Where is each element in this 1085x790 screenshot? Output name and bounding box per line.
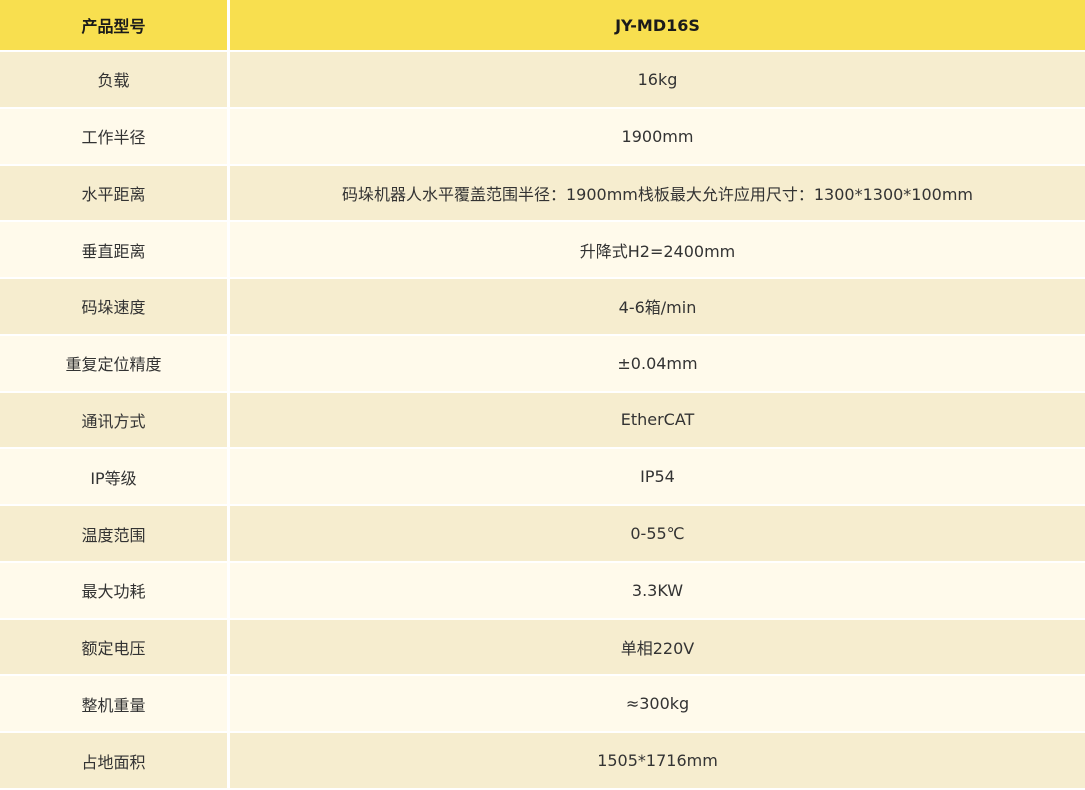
- row-value: IP54: [230, 449, 1085, 507]
- table-row: 水平距离 码垛机器人水平覆盖范围半径：1900mm栈板最大允许应用尺寸：1300…: [0, 165, 1085, 223]
- row-value: 3.3KW: [230, 562, 1085, 620]
- row-label: 重复定位精度: [0, 335, 230, 393]
- row-value: 1900mm: [230, 108, 1085, 166]
- table-row: 码垛速度 4-6箱/min: [0, 279, 1085, 336]
- header-value: JY-MD16S: [230, 0, 1085, 52]
- row-value: 16kg: [230, 52, 1085, 109]
- row-value: EtherCAT: [230, 392, 1085, 450]
- row-label: 整机重量: [0, 676, 230, 734]
- table-row: 负载 16kg: [0, 52, 1085, 109]
- table-row: 占地面积 1505*1716mm: [0, 733, 1085, 790]
- table-header: 产品型号 JY-MD16S: [0, 0, 1085, 52]
- header-row: 产品型号 JY-MD16S: [0, 0, 1085, 52]
- row-label: 码垛速度: [0, 279, 230, 336]
- row-label: 水平距离: [0, 165, 230, 223]
- row-label: 垂直距离: [0, 222, 230, 280]
- table-body: 负载 16kg 工作半径 1900mm 水平距离 码垛机器人水平覆盖范围半径：1…: [0, 52, 1085, 790]
- row-value: 0-55℃: [230, 506, 1085, 563]
- table-row: 温度范围 0-55℃: [0, 506, 1085, 563]
- row-label: 工作半径: [0, 108, 230, 166]
- row-label: 负载: [0, 52, 230, 109]
- table-row: 通讯方式 EtherCAT: [0, 392, 1085, 450]
- table-row: IP等级 IP54: [0, 449, 1085, 507]
- table-row: 最大功耗 3.3KW: [0, 562, 1085, 620]
- row-value: ≈300kg: [230, 676, 1085, 734]
- row-label: 最大功耗: [0, 562, 230, 620]
- table-row: 整机重量 ≈300kg: [0, 676, 1085, 734]
- row-label: 占地面积: [0, 733, 230, 790]
- spec-table: 产品型号 JY-MD16S 负载 16kg 工作半径 1900mm 水平距离 码…: [0, 0, 1085, 790]
- row-value: 4-6箱/min: [230, 279, 1085, 336]
- table-row: 工作半径 1900mm: [0, 108, 1085, 166]
- table-row: 重复定位精度 ±0.04mm: [0, 335, 1085, 393]
- table-row: 额定电压 单相220V: [0, 619, 1085, 677]
- row-value: 1505*1716mm: [230, 733, 1085, 790]
- row-label: 通讯方式: [0, 392, 230, 450]
- table-row: 垂直距离 升降式H2=2400mm: [0, 222, 1085, 280]
- row-value: 升降式H2=2400mm: [230, 222, 1085, 280]
- row-label: IP等级: [0, 449, 230, 507]
- row-value: 码垛机器人水平覆盖范围半径：1900mm栈板最大允许应用尺寸：1300*1300…: [230, 165, 1085, 223]
- header-label: 产品型号: [0, 0, 230, 52]
- row-label: 额定电压: [0, 619, 230, 677]
- row-value: 单相220V: [230, 619, 1085, 677]
- row-label: 温度范围: [0, 506, 230, 563]
- row-value: ±0.04mm: [230, 335, 1085, 393]
